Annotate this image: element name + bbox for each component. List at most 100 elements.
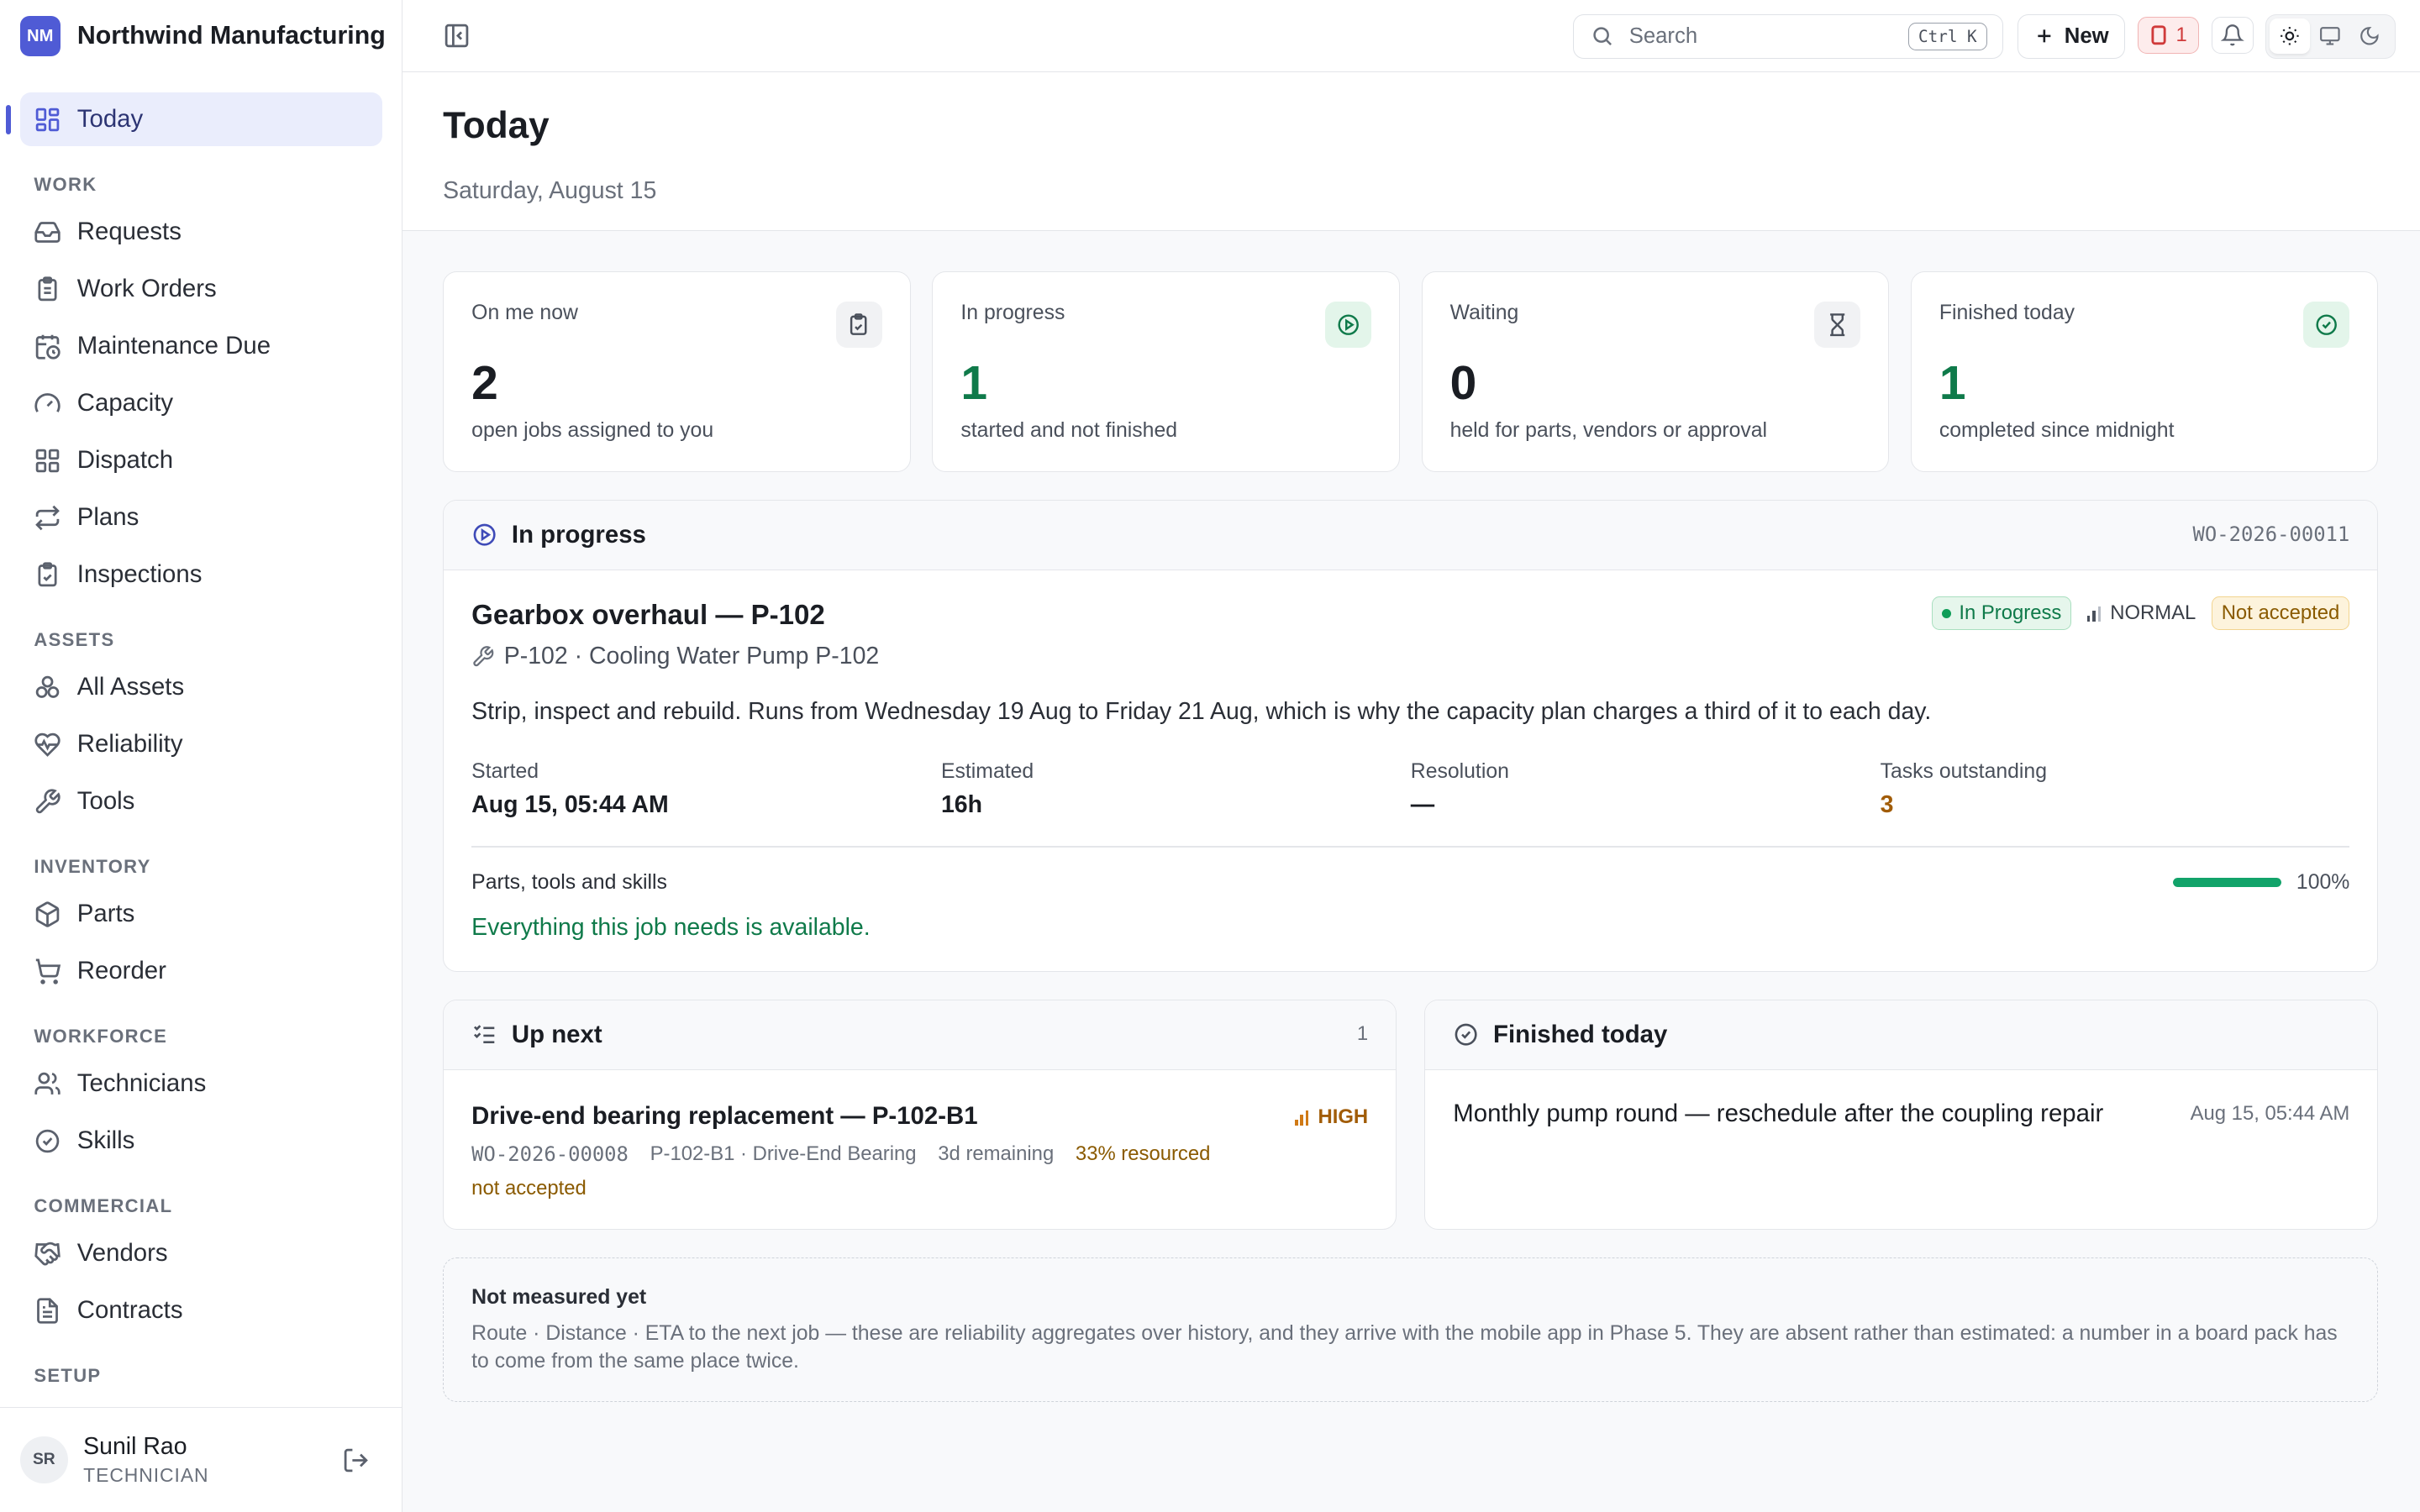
sidebar-item-vendors[interactable]: Vendors xyxy=(20,1226,382,1280)
brand-logo: NM xyxy=(19,16,60,57)
sidebar-item-reliability[interactable]: Reliability xyxy=(20,717,382,771)
panel-title: In progress xyxy=(511,520,646,549)
sidebar-item-skills[interactable]: Skills xyxy=(20,1114,382,1168)
signal-bars-icon xyxy=(2086,605,2102,622)
stat-label: Waiting xyxy=(1449,302,1519,325)
stat-card-on-me-now[interactable]: On me now 2 open jobs assigned to you xyxy=(443,271,911,473)
sidebar-item-work-orders[interactable]: Work Orders xyxy=(20,262,382,316)
sidebar-item-today[interactable]: Today xyxy=(6,92,382,147)
sidebar-item-label: Vendors xyxy=(76,1239,168,1268)
stat-card-in-progress[interactable]: In progress 1 started and not finished xyxy=(932,271,1400,473)
progress-fill xyxy=(2172,878,2281,888)
stat-card-waiting[interactable]: Waiting 0 held for parts, vendors or app… xyxy=(1421,271,1890,473)
stat-label: Finished today xyxy=(1939,302,2075,325)
panel-header: Up next 1 xyxy=(444,1000,1397,1070)
sidebar-item-label: Today xyxy=(76,105,144,134)
work-order-number[interactable]: WO-2026-00011 xyxy=(2193,522,2350,546)
progress-percent: 100% xyxy=(2296,870,2350,894)
page-title: Today xyxy=(443,104,550,146)
bell-icon xyxy=(2221,24,2244,46)
inbox-icon xyxy=(34,221,61,243)
metric-started: Started Aug 15, 05:44 AM xyxy=(471,760,941,819)
stat-sub: held for parts, vendors or approval xyxy=(1449,418,1768,442)
theme-system-button[interactable] xyxy=(2310,18,2350,54)
monitor-icon xyxy=(2319,27,2340,45)
heart-pulse-icon xyxy=(34,732,61,757)
sidebar-item-label: Plans xyxy=(76,503,139,532)
clipboard-list-icon xyxy=(38,276,57,302)
job-asset-label: P-102 · Cooling Water Pump P-102 xyxy=(503,643,880,670)
sidebar-item-maintenance-due[interactable]: Maintenance Due xyxy=(20,319,382,373)
sidebar-item-parts[interactable]: Parts xyxy=(20,887,382,941)
sidebar-item-capacity[interactable]: Capacity xyxy=(20,376,382,430)
sidebar-item-label: Dispatch xyxy=(76,446,174,475)
check-circle-icon xyxy=(2316,314,2337,335)
alerts-button[interactable]: 1 xyxy=(2137,17,2200,55)
nav-section-commercial: COMMERCIAL xyxy=(34,1195,173,1217)
main-content: Search Ctrl K New 1 Today Saturday, Augu… xyxy=(402,0,2420,1512)
divider xyxy=(471,846,2350,848)
stat-label: In progress xyxy=(960,302,1065,325)
parts-progress: 100% xyxy=(2172,870,2350,895)
sidebar-item-requests[interactable]: Requests xyxy=(20,205,382,259)
sidebar-toggle-icon[interactable] xyxy=(443,22,471,50)
metric-resolution: Resolution — xyxy=(1411,760,1881,819)
up-next-panel: Up next 1 Drive-end bearing replacement … xyxy=(443,1000,1397,1230)
up-next-job-title[interactable]: Drive-end bearing replacement — P-102-B1 xyxy=(471,1102,977,1131)
finished-job-title[interactable]: Monthly pump round — reschedule after th… xyxy=(1453,1100,2103,1128)
sidebar-item-all-assets[interactable]: All Assets xyxy=(20,660,382,714)
panel-title: Up next xyxy=(511,1020,602,1048)
sidebar-item-inspections[interactable]: Inspections xyxy=(20,548,382,601)
sidebar-item-tools[interactable]: Tools xyxy=(20,774,382,828)
search-input[interactable]: Search Ctrl K xyxy=(1572,13,2004,59)
theme-dark-button[interactable] xyxy=(2349,18,2390,54)
status-badge: In Progress xyxy=(1932,596,2072,631)
metric-value: 3 xyxy=(1880,790,1894,818)
sidebar-item-label: Contracts xyxy=(76,1296,183,1325)
sidebar-item-dispatch[interactable]: Dispatch xyxy=(20,433,382,487)
wrench-icon xyxy=(473,645,494,666)
logout-icon[interactable] xyxy=(342,1446,370,1474)
sidebar-item-contracts[interactable]: Contracts xyxy=(20,1284,382,1337)
stat-card-finished-today[interactable]: Finished today 1 completed since midnigh… xyxy=(1910,271,2379,473)
gauge-icon xyxy=(34,392,61,412)
stat-value: 2 xyxy=(471,356,498,411)
brand-name: Northwind Manufacturing xyxy=(76,22,386,50)
play-circle-icon xyxy=(1338,314,1359,335)
work-order-number[interactable]: WO-2026-00008 xyxy=(471,1142,629,1166)
sidebar-item-label: Skills xyxy=(76,1126,135,1155)
metric-estimated: Estimated 16h xyxy=(941,760,1411,819)
user-profile[interactable]: SR Sunil Rao TECHNICIAN xyxy=(0,1407,402,1512)
sidebar-item-label: Tools xyxy=(76,787,135,816)
topbar: Search Ctrl K New 1 xyxy=(402,0,2420,73)
priority-badge: HIGH xyxy=(1294,1105,1368,1129)
stat-sub: completed since midnight xyxy=(1939,418,2175,442)
user-name: Sunil Rao xyxy=(83,1433,187,1461)
search-shortcut: Ctrl K xyxy=(1908,22,1987,50)
metric-value: — xyxy=(1410,790,1435,818)
new-button[interactable]: New xyxy=(2017,13,2126,59)
up-next-count: 1 xyxy=(1356,1021,1369,1045)
job-title[interactable]: Gearbox overhaul — P-102 xyxy=(471,600,825,632)
note-body: Route · Distance · ETA to the next job —… xyxy=(471,1322,2338,1373)
sidebar-item-reorder[interactable]: Reorder xyxy=(20,944,382,998)
note-title: Not measured yet xyxy=(471,1285,647,1309)
remaining-label: 3d remaining xyxy=(938,1142,1055,1166)
signal-bars-icon xyxy=(1294,1109,1309,1126)
job-badges: In Progress NORMAL Not accepted xyxy=(1932,596,2350,631)
sidebar-item-plans[interactable]: Plans xyxy=(20,491,382,544)
notifications-button[interactable] xyxy=(2211,17,2254,55)
sidebar: NM Northwind Manufacturing Today WORK Re… xyxy=(0,0,403,1512)
sidebar-item-label: All Assets xyxy=(76,673,185,701)
job-metrics: Started Aug 15, 05:44 AM Estimated 16h R… xyxy=(471,760,2349,819)
calendar-clock-icon xyxy=(36,334,61,360)
sidebar-item-technicians[interactable]: Technicians xyxy=(20,1057,382,1110)
status-label: In Progress xyxy=(1959,601,2062,625)
sidebar-item-label: Parts xyxy=(76,900,135,928)
in-progress-panel: In progress WO-2026-00011 Gearbox overha… xyxy=(443,500,2379,973)
job-description: Strip, inspect and rebuild. Runs from We… xyxy=(471,698,1932,726)
brand[interactable]: NM Northwind Manufacturing xyxy=(0,0,402,72)
new-button-label: New xyxy=(2064,24,2109,48)
dashboard-grid-icon xyxy=(36,108,60,132)
theme-light-button[interactable] xyxy=(2269,18,2310,55)
